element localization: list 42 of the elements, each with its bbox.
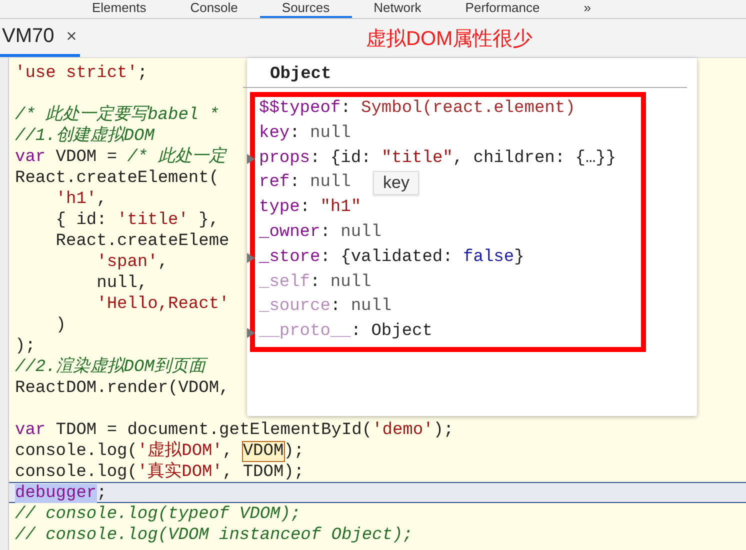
property-text: __proto__: Object [259, 321, 432, 344]
close-icon[interactable]: × [66, 26, 77, 47]
property-text: _self: null [259, 272, 372, 294]
code-line: 'Hello,React' [96, 294, 230, 315]
code-line: // console.log(VDOM instanceof Object); [15, 525, 413, 546]
code-line: null, [96, 273, 148, 294]
code-line: console.log('虚拟DOM', VDOM); [15, 441, 304, 462]
code-line: 'use strict'; [15, 63, 148, 84]
code-line: var VDOM = /* 此处一定 [15, 147, 226, 168]
expand-icon[interactable] [247, 328, 255, 338]
code-line: console.log('真实DOM', TDOM); [15, 462, 304, 483]
property-text: _source: null [259, 296, 392, 318]
property-text: _owner: null [259, 222, 382, 244]
devtools-tab[interactable]: Elements [70, 0, 168, 18]
property-text: type: "h1" [259, 197, 362, 220]
property-text: key: null [259, 122, 351, 145]
devtools-tab[interactable]: Performance [443, 0, 562, 18]
code-line: React.createEleme [54, 231, 230, 252]
expand-icon[interactable] [247, 253, 255, 264]
property-text: _store: {validated: false} [259, 246, 524, 269]
property-text: ref: null [259, 172, 351, 194]
code-line: { id: 'title' }, [54, 210, 220, 231]
devtools-tab[interactable]: Console [168, 0, 260, 18]
code-line: // console.log(typeof VDOM); [15, 504, 301, 525]
code-line: //1.创建虚拟DOM [15, 126, 154, 147]
expand-icon[interactable] [247, 154, 255, 164]
annotation-text: 虚拟DOM属性很少 [366, 26, 533, 52]
tooltip: key [373, 171, 420, 195]
code-line: 'h1', [54, 189, 107, 210]
code-line: 'span', [96, 252, 168, 273]
devtools-tab[interactable]: Network [352, 0, 444, 18]
popup-title: Object [269, 64, 332, 86]
code-line: ReactDOM.render(VDOM, [15, 378, 230, 399]
code-line: //2.渲染虚拟DOM到页面 [15, 357, 206, 378]
code-line: var TDOM = document.getElementById('demo'); [15, 420, 454, 440]
property-text: props: {id: "title", children: {…}} [259, 148, 616, 170]
devtools-tab[interactable]: » [562, 0, 613, 18]
code-line: ); [15, 336, 36, 357]
property-text: $$typeof: Symbol(react.element) [259, 98, 576, 120]
code-line: /* 此处一定要写babel * [15, 105, 220, 126]
code-line: React.createElement( [15, 168, 220, 189]
code-line: ) [54, 315, 66, 336]
